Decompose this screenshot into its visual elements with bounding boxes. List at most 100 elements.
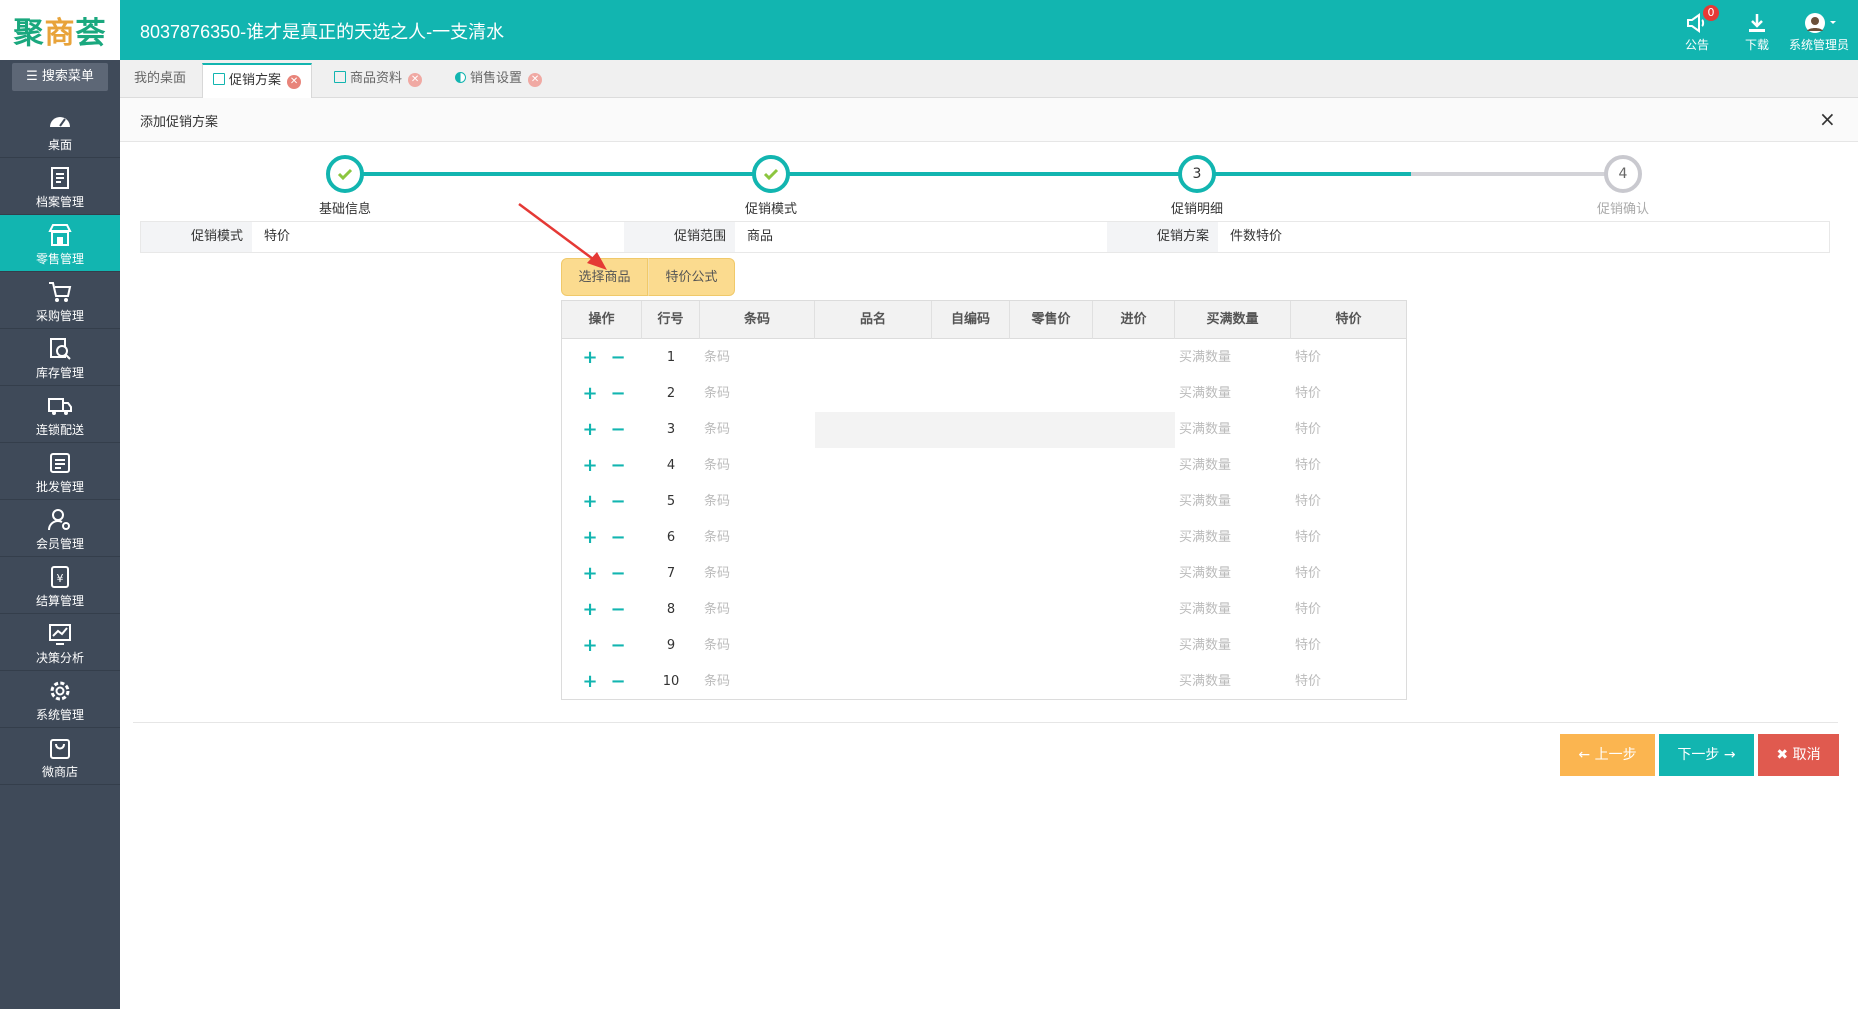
- promotion-info-strip: 促销模式 特价 促销范围 商品 促销方案 件数特价: [140, 221, 1830, 253]
- notice-count-badge: 0: [1703, 5, 1719, 21]
- add-row-icon[interactable]: +: [576, 484, 604, 520]
- remove-row-icon[interactable]: −: [604, 592, 632, 628]
- sidebar-item-desktop[interactable]: 桌面: [0, 101, 120, 158]
- remove-row-icon[interactable]: −: [604, 376, 632, 412]
- user-menu[interactable]: 系统管理员: [1783, 8, 1855, 54]
- notice-button[interactable]: 0 公告: [1667, 5, 1727, 54]
- barcode-input[interactable]: 条码: [704, 664, 730, 700]
- table-row: + − 4 条码 买满数量 特价: [562, 448, 1406, 484]
- add-row-icon[interactable]: +: [576, 556, 604, 592]
- tab-goods-info[interactable]: 商品资料 ✕: [324, 63, 432, 98]
- sidebar-item-archive[interactable]: 档案管理: [0, 158, 120, 215]
- special-price-input[interactable]: 特价: [1295, 484, 1321, 520]
- remove-row-icon[interactable]: −: [604, 628, 632, 664]
- add-row-icon[interactable]: +: [576, 340, 604, 376]
- remove-row-icon[interactable]: −: [604, 556, 632, 592]
- wholesale-icon: [50, 453, 70, 473]
- table-row: + − 9 条码 买满数量 特价: [562, 628, 1406, 664]
- min-quantity-input[interactable]: 买满数量: [1179, 376, 1231, 412]
- special-price-input[interactable]: 特价: [1295, 628, 1321, 664]
- cancel-button[interactable]: ✖ 取消: [1758, 734, 1839, 776]
- add-row-icon[interactable]: +: [576, 520, 604, 556]
- sidebar-item-distribution[interactable]: 连锁配送: [0, 386, 120, 443]
- barcode-input[interactable]: 条码: [704, 484, 730, 520]
- add-row-icon[interactable]: +: [576, 592, 604, 628]
- special-price-input[interactable]: 特价: [1295, 412, 1321, 448]
- min-quantity-input[interactable]: 买满数量: [1179, 448, 1231, 484]
- top-bar: 聚商荟 8037876350-谁才是真正的天选之人-一支清水 0 公告 下载 系…: [0, 0, 1858, 60]
- sidebar-item-settlement[interactable]: ¥ 结算管理: [0, 557, 120, 614]
- tab-sales-settings[interactable]: 销售设置 ✕: [445, 63, 552, 98]
- add-row-icon[interactable]: +: [576, 628, 604, 664]
- panel-title: 添加促销方案: [140, 115, 219, 130]
- sidebar-item-label: 档案管理: [35, 195, 84, 209]
- sidebar-item-retail[interactable]: 零售管理: [0, 215, 120, 272]
- sidebar-item-analysis[interactable]: 决策分析: [0, 614, 120, 671]
- mode-label: 促销模式: [190, 229, 243, 244]
- special-price-input[interactable]: 特价: [1295, 448, 1321, 484]
- min-quantity-input[interactable]: 买满数量: [1179, 664, 1231, 700]
- barcode-input[interactable]: 条码: [704, 412, 730, 448]
- search-menu-button[interactable]: ☰ 搜索菜单: [12, 63, 108, 91]
- price-formula-button[interactable]: 特价公式: [648, 258, 735, 296]
- row-number: 7: [666, 566, 676, 581]
- special-price-input[interactable]: 特价: [1295, 340, 1321, 376]
- download-button[interactable]: 下载: [1727, 8, 1787, 54]
- tab-promotion[interactable]: 促销方案 ✕: [202, 63, 313, 98]
- next-step-button[interactable]: 下一步 →: [1659, 734, 1754, 776]
- special-price-input[interactable]: 特价: [1295, 664, 1321, 700]
- barcode-input[interactable]: 条码: [704, 376, 730, 412]
- previous-step-button[interactable]: ← 上一步: [1560, 734, 1655, 776]
- sidebar-item-wholesale[interactable]: 批发管理: [0, 443, 120, 500]
- tab-my-desktop[interactable]: 我的桌面: [124, 63, 196, 98]
- table-row: + − 7 条码 买满数量 特价: [562, 556, 1406, 592]
- barcode-input[interactable]: 条码: [704, 448, 730, 484]
- remove-row-icon[interactable]: −: [604, 484, 632, 520]
- col-cost-price: 进价: [1093, 301, 1175, 339]
- barcode-input[interactable]: 条码: [704, 592, 730, 628]
- close-tab-icon[interactable]: ✕: [408, 73, 423, 87]
- min-quantity-input[interactable]: 买满数量: [1179, 628, 1231, 664]
- add-row-icon[interactable]: +: [576, 376, 604, 412]
- dashboard-icon: [50, 117, 70, 127]
- special-price-input[interactable]: 特价: [1295, 520, 1321, 556]
- remove-row-icon[interactable]: −: [604, 448, 632, 484]
- notice-label: 公告: [1684, 38, 1709, 52]
- min-quantity-input[interactable]: 买满数量: [1179, 556, 1231, 592]
- archive-icon: [51, 167, 69, 189]
- remove-row-icon[interactable]: −: [604, 664, 632, 700]
- sidebar-item-label: 结算管理: [35, 594, 84, 608]
- remove-row-icon[interactable]: −: [604, 520, 632, 556]
- remove-row-icon[interactable]: −: [604, 340, 632, 376]
- sidebar-item-microstore[interactable]: 微商店: [0, 728, 120, 785]
- barcode-input[interactable]: 条码: [704, 628, 730, 664]
- download-label: 下载: [1744, 38, 1769, 52]
- special-price-input[interactable]: 特价: [1295, 376, 1321, 412]
- close-tab-icon[interactable]: ✕: [528, 73, 543, 87]
- remove-row-icon[interactable]: −: [604, 412, 632, 448]
- barcode-input[interactable]: 条码: [704, 520, 730, 556]
- barcode-input[interactable]: 条码: [704, 340, 730, 376]
- sidebar-item-system[interactable]: 系统管理: [0, 671, 120, 728]
- app-logo[interactable]: 聚商荟: [0, 0, 120, 60]
- min-quantity-input[interactable]: 买满数量: [1179, 592, 1231, 628]
- check-icon: [337, 168, 353, 181]
- min-quantity-input[interactable]: 买满数量: [1179, 412, 1231, 448]
- add-row-icon[interactable]: +: [576, 664, 604, 700]
- add-row-icon[interactable]: +: [576, 448, 604, 484]
- min-quantity-input[interactable]: 买满数量: [1179, 520, 1231, 556]
- min-quantity-input[interactable]: 买满数量: [1179, 340, 1231, 376]
- sidebar-item-inventory[interactable]: 库存管理: [0, 329, 120, 386]
- settlement-icon: ¥: [51, 566, 69, 588]
- table-row: + − 5 条码 买满数量 特价: [562, 484, 1406, 520]
- hover-highlight: [815, 412, 1175, 448]
- add-row-icon[interactable]: +: [576, 412, 604, 448]
- min-quantity-input[interactable]: 买满数量: [1179, 484, 1231, 520]
- special-price-input[interactable]: 特价: [1295, 556, 1321, 592]
- sidebar-item-purchase[interactable]: 采购管理: [0, 272, 120, 329]
- special-price-input[interactable]: 特价: [1295, 592, 1321, 628]
- close-tab-icon[interactable]: ✕: [287, 75, 302, 89]
- sidebar-item-member[interactable]: 会员管理: [0, 500, 120, 557]
- close-icon[interactable]: ×: [1819, 107, 1836, 131]
- barcode-input[interactable]: 条码: [704, 556, 730, 592]
